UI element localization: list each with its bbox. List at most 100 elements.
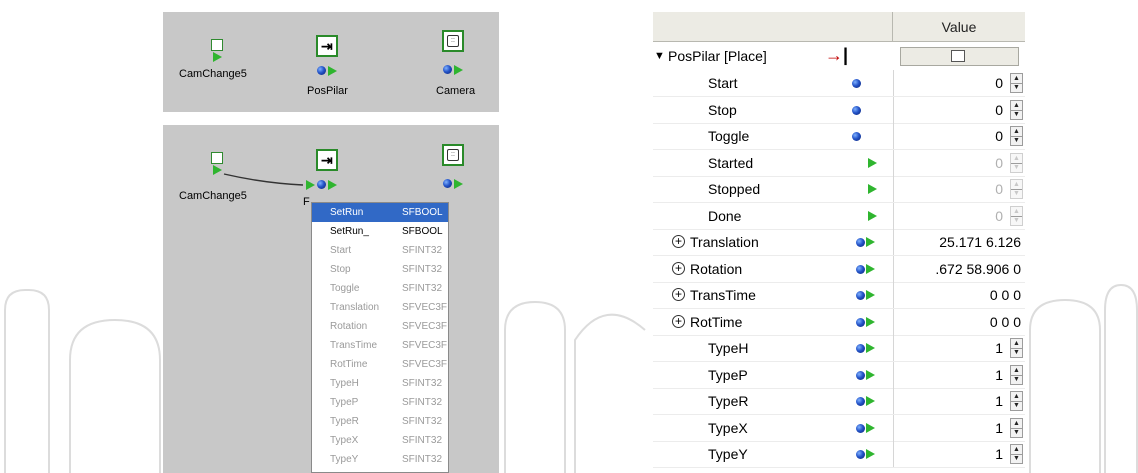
property-row[interactable]: Started 0 ▲ ▼ xyxy=(653,149,1025,177)
spin-down-icon[interactable]: ▼ xyxy=(1011,454,1022,463)
spin-down-icon[interactable]: ▼ xyxy=(1011,401,1022,410)
property-value-cell[interactable]: 0 0 0 xyxy=(893,282,1025,308)
spin-down-icon[interactable]: ▼ xyxy=(1011,83,1022,92)
spinner-control[interactable]: ▲ ▼ xyxy=(1010,417,1023,438)
name-column-header[interactable] xyxy=(653,12,893,42)
property-value-cell[interactable]: 0 ▲ ▼ xyxy=(893,202,1025,229)
spinner-control[interactable]: ▲ ▼ xyxy=(1010,364,1023,385)
property-value-cell[interactable]: 0 ▲ ▼ xyxy=(893,149,1025,176)
property-row[interactable]: + Translation 25.171 6.126 xyxy=(653,229,1025,256)
menu-item-name: TypeR xyxy=(330,416,359,427)
property-value-cell[interactable]: 25.171 6.126 xyxy=(893,229,1025,255)
property-row[interactable]: TypeY 1 ▲ ▼ xyxy=(653,441,1025,468)
spinner-control[interactable]: ▲ ▼ xyxy=(1010,391,1023,411)
property-value-cell[interactable]: 1 ▲ ▼ xyxy=(893,335,1025,361)
property-row[interactable]: TypeH 1 ▲ ▼ xyxy=(653,335,1025,362)
event-out-icon xyxy=(866,290,875,300)
field-in-icon xyxy=(852,105,861,115)
property-row[interactable]: Start 0 ▲ ▼ xyxy=(653,70,1025,97)
menu-item-type: SFVEC3F xyxy=(402,359,448,370)
menu-item[interactable]: Rotation SFVEC3F xyxy=(312,317,448,336)
menu-item[interactable]: RotTime SFVEC3F xyxy=(312,355,448,374)
property-value-cell[interactable]: .672 58.906 0 xyxy=(893,255,1025,282)
field-in-icon xyxy=(856,370,865,380)
property-value-cell[interactable]: 1 ▲ ▼ xyxy=(893,361,1025,388)
property-value-cell[interactable]: 0 0 0 xyxy=(893,308,1025,335)
property-name: Started xyxy=(708,154,754,171)
property-row[interactable]: + Rotation .672 58.906 0 xyxy=(653,255,1025,283)
place-arrow-icon: →| xyxy=(825,45,849,65)
properties-button[interactable] xyxy=(900,47,1019,66)
menu-item[interactable]: TransTime SFVEC3F xyxy=(312,336,448,355)
menu-item[interactable]: Start SFINT32 xyxy=(312,241,448,260)
property-value-cell[interactable]: 0 ▲ ▼ xyxy=(893,96,1025,123)
row-divider xyxy=(653,467,1025,468)
spinner-control[interactable]: ▲ ▼ xyxy=(1010,73,1023,93)
property-row[interactable]: Done 0 ▲ ▼ xyxy=(653,202,1025,230)
menu-item[interactable]: TypeP SFINT32 xyxy=(312,393,448,412)
spin-down-icon[interactable]: ▼ xyxy=(1011,348,1022,357)
event-out-icon xyxy=(866,449,875,459)
collapse-icon[interactable]: ▼ xyxy=(654,50,665,62)
property-value: 0 xyxy=(995,154,1003,171)
spinner-control[interactable]: ▲ ▼ xyxy=(1010,152,1023,173)
property-value: 0 0 0 xyxy=(989,287,1021,303)
property-name: TypeP xyxy=(708,366,748,383)
property-row[interactable]: + TransTime 0 0 0 xyxy=(653,282,1025,309)
menu-item[interactable]: Stop SFINT32 xyxy=(312,260,448,279)
menu-item-name: Start xyxy=(330,245,352,256)
property-value-cell[interactable]: 0 ▲ ▼ xyxy=(893,176,1025,202)
property-row[interactable]: Stopped 0 ▲ ▼ xyxy=(653,176,1025,203)
menu-item-type: SFBOOL xyxy=(402,207,443,218)
menu-item[interactable]: SetRun_ SFBOOL xyxy=(312,222,448,241)
property-value: 1 xyxy=(995,393,1003,409)
spin-down-icon[interactable]: ▼ xyxy=(1011,216,1022,225)
expand-icon[interactable]: + xyxy=(672,288,685,301)
spin-down-icon[interactable]: ▼ xyxy=(1011,375,1022,384)
property-value-cell[interactable]: 1 ▲ ▼ xyxy=(893,441,1025,467)
spinner-control[interactable]: ▲ ▼ xyxy=(1010,179,1023,199)
property-row[interactable]: TypeX 1 ▲ ▼ xyxy=(653,414,1025,442)
menu-item[interactable]: Toggle SFINT32 xyxy=(312,279,448,298)
menu-item[interactable]: TypeR SFINT32 xyxy=(312,412,448,431)
spinner-control[interactable]: ▲ ▼ xyxy=(1010,126,1023,146)
spinner-control[interactable]: ▲ ▼ xyxy=(1010,99,1023,120)
menu-item-name: SetRun xyxy=(330,207,364,218)
node-title-row[interactable]: ▼ PosPilar [Place] →| xyxy=(653,43,1025,70)
property-row[interactable]: TypeR 1 ▲ ▼ xyxy=(653,388,1025,415)
property-row[interactable]: TypeP 1 ▲ ▼ xyxy=(653,361,1025,389)
menu-item[interactable]: TypeY SFINT32 xyxy=(312,450,448,469)
property-value: 1 xyxy=(995,446,1003,462)
spin-down-icon[interactable]: ▼ xyxy=(1011,189,1022,198)
expand-icon[interactable]: + xyxy=(672,314,685,328)
route-field-menu[interactable]: SetRun SFBOOL SetRun_ SFBOOL Start SFINT32 Sto… xyxy=(311,202,449,473)
menu-item[interactable]: TypeH SFINT32 xyxy=(312,374,448,393)
event-out-icon xyxy=(866,369,875,380)
property-value: 0 xyxy=(995,207,1003,224)
spinner-control[interactable]: ▲ ▼ xyxy=(1010,338,1023,358)
property-value-cell[interactable]: 1 ▲ ▼ xyxy=(893,388,1025,414)
value-column-header[interactable]: Value xyxy=(893,12,1025,42)
spin-down-icon[interactable]: ▼ xyxy=(1011,428,1022,437)
scene-panel-top[interactable]: CamChange5 ⇥ PosPilar :: Camera xyxy=(163,12,499,112)
spinner-control[interactable]: ▲ ▼ xyxy=(1010,444,1023,464)
spin-down-icon[interactable]: ▼ xyxy=(1011,110,1022,119)
expand-icon[interactable]: + xyxy=(672,235,685,248)
property-row[interactable]: + RotTime 0 0 0 xyxy=(653,308,1025,336)
field-in-icon xyxy=(856,397,865,406)
property-value-cell[interactable]: 0 ▲ ▼ xyxy=(893,123,1025,149)
field-in-icon xyxy=(317,66,326,75)
property-value-cell[interactable]: 0 ▲ ▼ xyxy=(893,70,1025,96)
menu-item[interactable]: SetRun SFBOOL xyxy=(312,203,448,222)
menu-item[interactable]: TypeX SFINT32 xyxy=(312,431,448,450)
property-row[interactable]: Stop 0 ▲ ▼ xyxy=(653,96,1025,124)
property-value-cell[interactable]: 1 ▲ ▼ xyxy=(893,414,1025,441)
spinner-control[interactable]: ▲ ▼ xyxy=(1010,205,1023,226)
expand-icon[interactable]: + xyxy=(672,261,685,275)
property-name: TypeH xyxy=(708,340,749,356)
spin-down-icon[interactable]: ▼ xyxy=(1011,163,1022,172)
property-row[interactable]: Toggle 0 ▲ ▼ xyxy=(653,123,1025,150)
menu-item[interactable]: Translation SFVEC3F xyxy=(312,298,448,317)
menu-item-name: TypeX xyxy=(330,435,359,446)
spin-down-icon[interactable]: ▼ xyxy=(1011,136,1022,145)
